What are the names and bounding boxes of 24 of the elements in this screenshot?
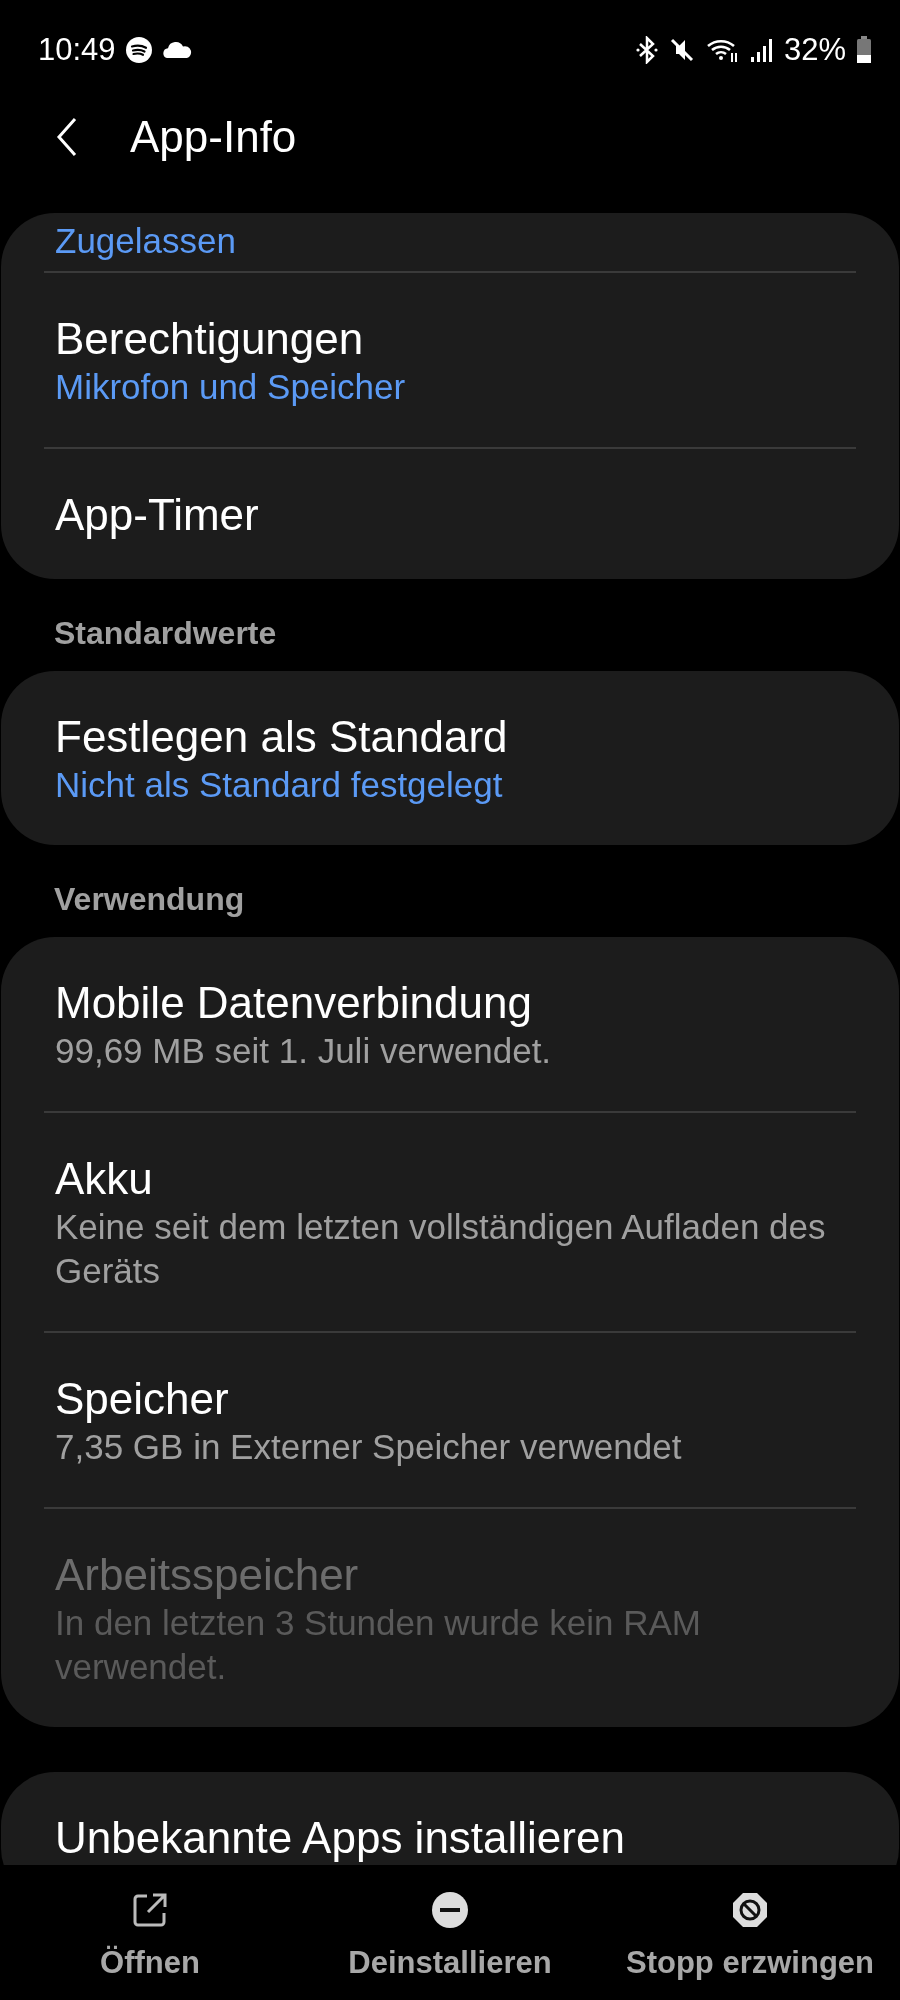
stop-sign-icon <box>731 1891 769 1929</box>
battery-icon <box>856 36 872 64</box>
minus-circle-icon <box>431 1891 469 1929</box>
setting-item[interactable]: App-Timer <box>1 449 899 579</box>
bluetooth-icon <box>635 36 658 64</box>
share-icon <box>131 1891 169 1929</box>
page-title: App-Info <box>130 112 297 162</box>
section-heading: Standardwerte <box>53 614 278 653</box>
action-button[interactable]: Stopp erzwingen <box>616 1873 884 1999</box>
signal-icon <box>749 37 774 63</box>
clock: 10:49 <box>38 32 116 68</box>
battery-percent: 32% <box>783 32 846 68</box>
action-button[interactable]: Deinstallieren <box>338 1873 562 1999</box>
setting-item[interactable]: Akku Keine seit dem letzten vollständigen Aufladen des Geräts <box>1 1113 899 1331</box>
setting-item[interactable]: Berechtigungen Mikrofon und Speicher <box>1 273 899 447</box>
section-heading: Verwendung <box>53 880 246 919</box>
setting-item[interactable]: Unbekannte Apps installieren <box>1 1772 899 1865</box>
setting-item[interactable]: Speicher 7,35 GB in Externer Speicher verwendet <box>1 1333 899 1507</box>
music-app-icon <box>125 37 152 63</box>
setting-item[interactable]: Festlegen als Standard Nicht als Standard festgelegt <box>1 671 899 845</box>
setting-item[interactable]: Mobile Datenverbindung 99,69 MB seit 1. Juli verwendet. <box>1 937 899 1111</box>
setting-value[interactable]: Zugelassen <box>55 219 845 263</box>
action-button[interactable]: Öffnen <box>90 1873 210 1999</box>
cloud-icon <box>161 41 192 59</box>
